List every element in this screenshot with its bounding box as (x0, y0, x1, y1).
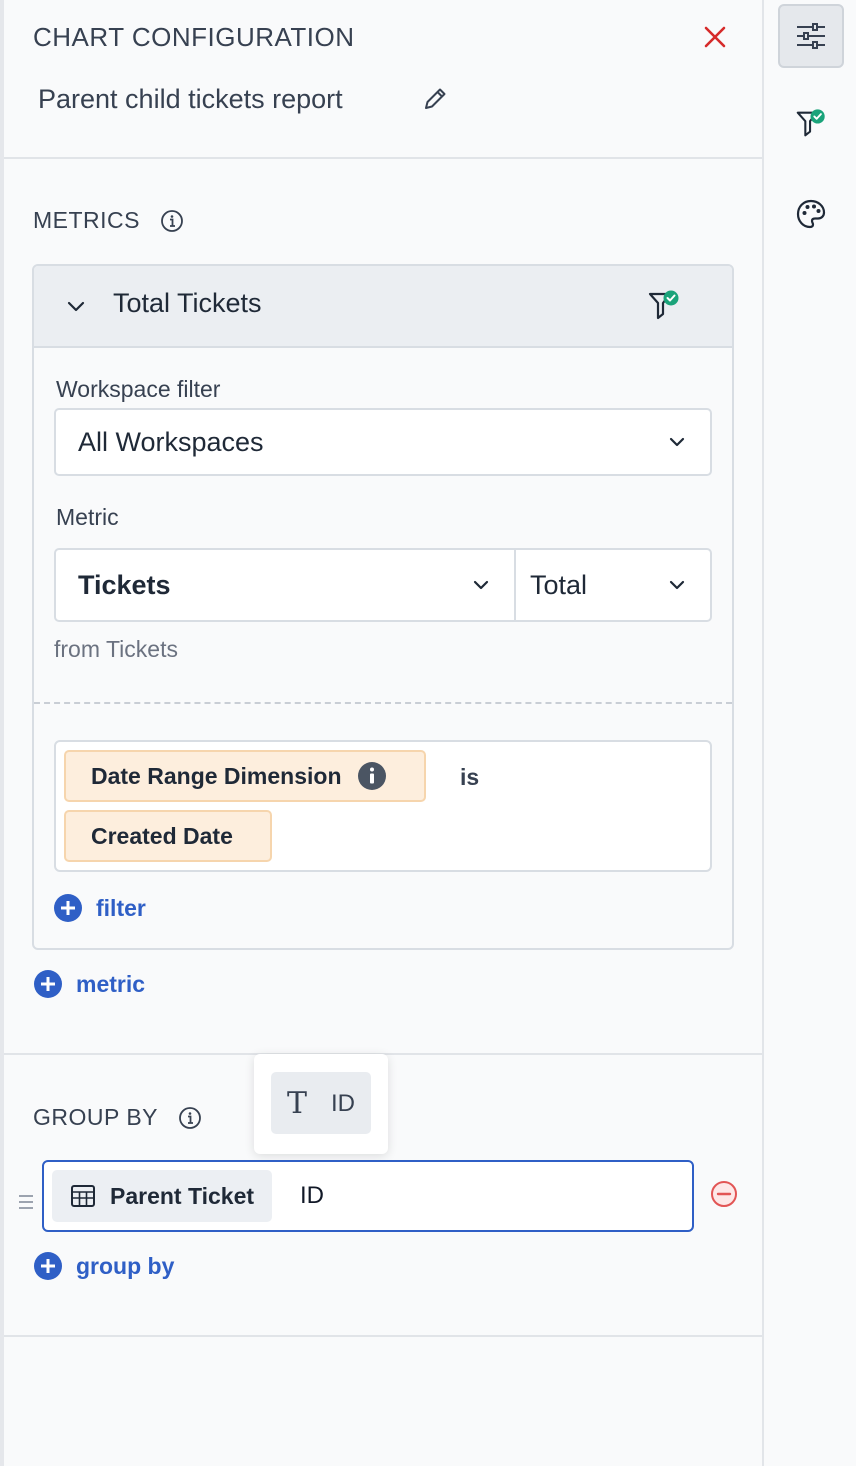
metric-card-header[interactable]: Total Tickets (34, 266, 732, 348)
add-filter-label: filter (96, 894, 146, 921)
drag-handle-icon[interactable] (18, 1192, 34, 1212)
appearance-tab-button[interactable] (778, 182, 844, 246)
add-filter-button[interactable]: filter (54, 894, 146, 922)
metric-title: Total Tickets (113, 288, 262, 318)
aggregation-select[interactable]: Total (514, 548, 712, 622)
group-by-field-value: ID (300, 1182, 324, 1209)
aggregation-value: Total (530, 569, 588, 600)
group-by-label: GROUP BY (33, 1104, 158, 1130)
filter-operator: is (460, 764, 480, 790)
field-suggestion-popover: T ID (254, 1054, 388, 1154)
table-chip-label: Parent Ticket (110, 1182, 255, 1209)
filter-condition: Date Range Dimension is Created Date (54, 740, 712, 872)
workspace-filter-select[interactable]: All Workspaces (54, 408, 712, 476)
side-rail (764, 0, 856, 1466)
field-option-id[interactable]: T ID (271, 1072, 371, 1134)
add-group-by-button[interactable]: group by (34, 1252, 174, 1280)
chevron-down-icon (669, 580, 685, 590)
filter-check-icon (796, 109, 825, 137)
info-icon[interactable] (160, 209, 184, 233)
chevron-down-icon (473, 580, 489, 590)
metric-label: Metric (56, 504, 119, 530)
date-range-dimension-label: Date Range Dimension (91, 762, 342, 789)
table-chip[interactable]: Parent Ticket (52, 1170, 273, 1222)
field-option-label: ID (331, 1090, 355, 1117)
info-icon[interactable] (178, 1106, 202, 1130)
table-icon (71, 1185, 95, 1207)
chart-configuration-panel: CHART CONFIGURATION Parent child tickets… (0, 0, 764, 1466)
plus-circle-icon (34, 1252, 62, 1280)
panel-title: CHART CONFIGURATION (33, 22, 355, 52)
metrics-section-header: METRICS (33, 207, 184, 234)
metrics-label: METRICS (33, 207, 140, 233)
filter-check-icon[interactable] (646, 288, 682, 324)
bottom-divider (4, 1335, 762, 1337)
metric-select[interactable]: Tickets (54, 548, 516, 622)
plus-circle-icon (54, 894, 82, 922)
workspace-filter-label: Workspace filter (56, 376, 221, 402)
chevron-down-icon (669, 437, 685, 447)
metric-source-text: from Tickets (54, 636, 178, 662)
palette-icon (796, 199, 826, 229)
minus-circle-icon[interactable] (710, 1180, 738, 1208)
created-date-chip[interactable]: Created Date (64, 810, 272, 862)
close-icon (704, 26, 726, 48)
workspace-filter-value: All Workspaces (78, 426, 264, 457)
metric-value: Tickets (78, 569, 171, 600)
text-type-icon: T (287, 1086, 308, 1121)
configuration-tab-button[interactable] (778, 4, 844, 68)
add-metric-button[interactable]: metric (34, 970, 145, 998)
created-date-label: Created Date (91, 822, 233, 849)
sliders-icon (797, 23, 825, 49)
dashed-divider (34, 702, 732, 704)
add-metric-label: metric (76, 970, 146, 997)
plus-circle-icon (34, 970, 62, 998)
chart-config-root: CHART CONFIGURATION Parent child tickets… (0, 0, 856, 1466)
group-by-field-input[interactable]: Parent Ticket ID (42, 1160, 694, 1232)
group-by-section-header: GROUP BY (33, 1104, 202, 1131)
report-name: Parent child tickets report (38, 84, 343, 114)
metric-card: Total Tickets Workspace filter All Works… (32, 264, 734, 950)
info-icon[interactable] (357, 762, 386, 790)
header-divider (4, 157, 762, 159)
chevron-down-icon[interactable] (64, 294, 88, 318)
date-range-dimension-chip[interactable]: Date Range Dimension (64, 750, 426, 802)
add-group-by-label: group by (76, 1252, 175, 1279)
close-button[interactable] (698, 20, 732, 54)
pencil-icon[interactable] (420, 84, 450, 114)
filters-tab-button[interactable] (778, 92, 844, 156)
